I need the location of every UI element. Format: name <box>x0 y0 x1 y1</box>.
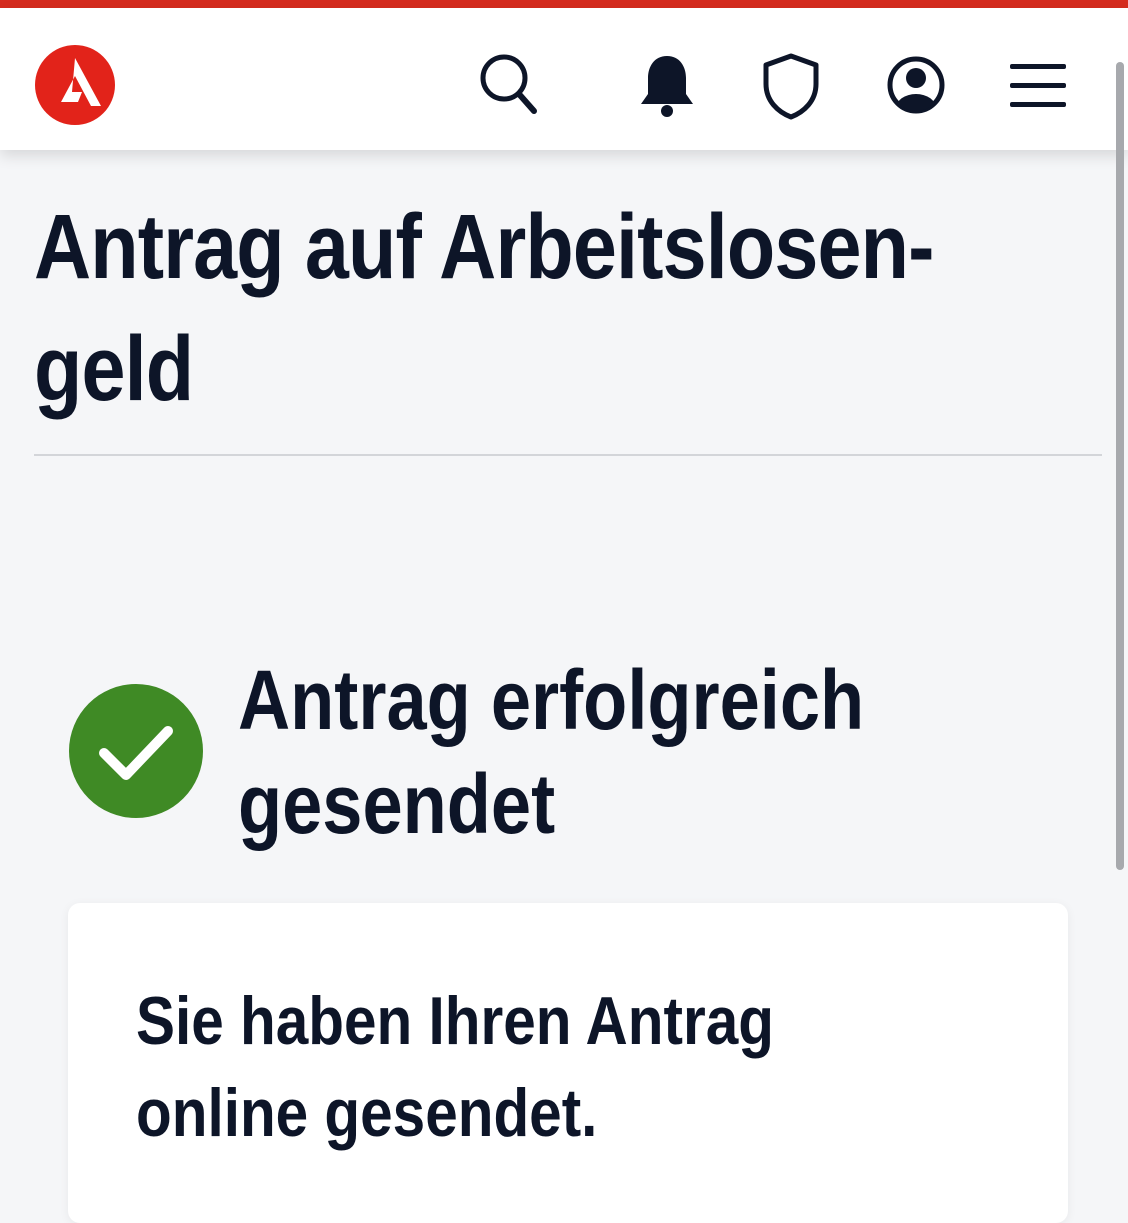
page-title-line-2: geld <box>34 318 194 420</box>
success-heading: Antrag erfolgreich gesendet <box>238 648 978 856</box>
confirmation-card: Sie haben Ihren Antrag online gesendet. <box>68 903 1068 1223</box>
page-title-line-1: Antrag auf Arbeitslosen- <box>34 196 934 298</box>
confirmation-line-2: online gesendet. <box>136 1075 598 1151</box>
shield-icon[interactable] <box>760 52 822 120</box>
top-accent-bar <box>0 0 1128 8</box>
arbeitsagentur-logo[interactable] <box>34 44 116 126</box>
app-header <box>0 8 1128 150</box>
search-icon[interactable] <box>478 52 540 118</box>
page-title: Antrag auf Arbeitslosen- geld <box>34 186 946 430</box>
confirmation-message: Sie haben Ihren Antrag online gesendet. <box>136 975 910 1159</box>
confirmation-line-1: Sie haben Ihren Antrag <box>136 983 774 1059</box>
menu-icon[interactable] <box>1006 56 1070 114</box>
account-icon[interactable] <box>884 52 948 118</box>
title-divider <box>34 454 1102 456</box>
bell-icon[interactable] <box>636 50 698 120</box>
scrollbar[interactable] <box>1116 62 1124 870</box>
check-circle-icon <box>68 683 204 819</box>
success-heading-line-1: Antrag erfolgreich <box>238 653 865 747</box>
success-heading-line-2: gesendet <box>238 757 556 851</box>
